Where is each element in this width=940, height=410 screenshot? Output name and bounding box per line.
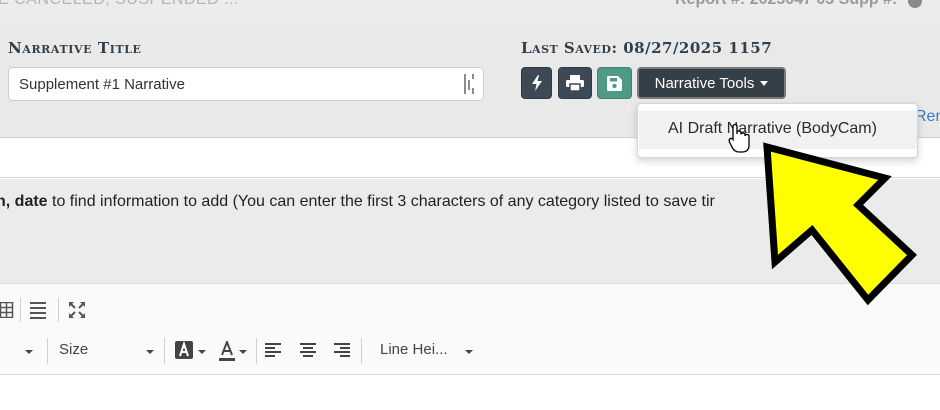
narrative-title-label: Narrative Title bbox=[8, 39, 142, 57]
print-icon bbox=[566, 75, 584, 91]
narrative-tools-label: Narrative Tools bbox=[654, 74, 755, 92]
save-icon bbox=[607, 75, 622, 91]
align-center-icon[interactable] bbox=[300, 343, 316, 357]
narrative-tools-dropdown-button[interactable]: Narrative Tools bbox=[637, 67, 786, 99]
chevron-down-icon[interactable] bbox=[25, 350, 33, 354]
editor-toolbar: Size Line Hei... bbox=[0, 283, 940, 375]
instruction-bold: n, date bbox=[0, 193, 48, 210]
line-height-select[interactable]: Line Hei... bbox=[380, 341, 448, 358]
grip-icon bbox=[463, 74, 477, 94]
narrative-screen: { "header": { "status_text": "E CANCELED… bbox=[0, 0, 940, 410]
print-button[interactable] bbox=[558, 67, 592, 99]
save-button[interactable] bbox=[597, 67, 632, 99]
chevron-down-icon[interactable] bbox=[465, 350, 473, 354]
narrative-editor[interactable] bbox=[0, 376, 940, 410]
info-icon[interactable] bbox=[908, 0, 922, 8]
quick-action-button[interactable] bbox=[521, 67, 552, 99]
top-header-strip: E CANCELED, SUSPENDED ... Report #: 2025… bbox=[0, 0, 940, 24]
instruction-rest: to find information to add (You can ente… bbox=[47, 193, 715, 210]
text-color-icon[interactable] bbox=[219, 341, 235, 361]
instruction-text: n, date to find information to add (You … bbox=[0, 193, 715, 211]
narrative-title-input[interactable] bbox=[8, 67, 484, 101]
chevron-down-icon[interactable] bbox=[239, 350, 247, 354]
fullscreen-icon[interactable] bbox=[68, 301, 86, 319]
align-right-icon[interactable] bbox=[334, 343, 350, 357]
status-text: E CANCELED, SUSPENDED ... bbox=[0, 0, 239, 9]
search-instruction-panel: n, date to find information to add (You … bbox=[0, 179, 940, 283]
highlight-color-icon[interactable] bbox=[175, 341, 193, 359]
chevron-down-icon bbox=[760, 81, 769, 86]
font-size-select[interactable]: Size bbox=[59, 341, 88, 358]
bolt-icon bbox=[531, 75, 542, 91]
narrative-tools-menu: AI Draft Narrative (BodyCam) bbox=[637, 103, 918, 158]
align-icon[interactable] bbox=[29, 301, 47, 319]
chevron-down-icon[interactable] bbox=[146, 350, 154, 354]
remove-link[interactable]: Rem bbox=[915, 108, 940, 126]
align-left-icon[interactable] bbox=[265, 343, 281, 357]
menu-item-ai-draft-narrative[interactable]: AI Draft Narrative (BodyCam) bbox=[639, 111, 917, 149]
last-saved-label: Last Saved: 08/27/2025 1157 bbox=[521, 39, 773, 57]
chevron-down-icon[interactable] bbox=[198, 350, 206, 354]
report-number: Report #: 2025047 03 Supp #: bbox=[675, 0, 897, 9]
table-icon[interactable] bbox=[0, 302, 14, 318]
